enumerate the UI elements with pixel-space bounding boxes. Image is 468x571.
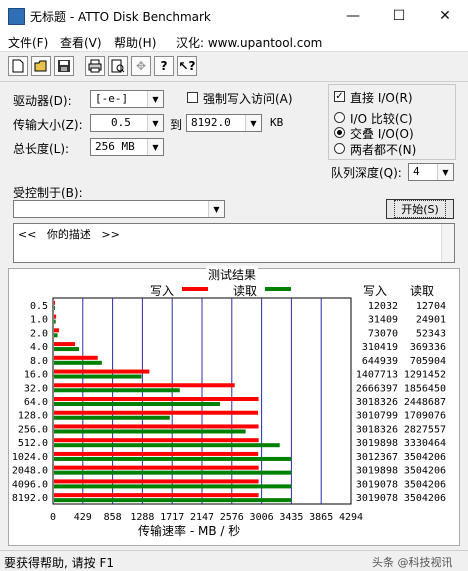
read-value: 3504206	[404, 452, 446, 463]
read-value: 52343	[416, 328, 446, 339]
write-bar	[54, 397, 259, 401]
row-size-label: 32.0	[24, 383, 48, 394]
read-value: 3330464	[404, 438, 446, 449]
x-axis-label: 传输速率 - MB / 秒	[138, 524, 241, 538]
x-tick-label: 0	[50, 512, 56, 523]
status-text: 要获得帮助, 请按 F1	[4, 556, 114, 570]
write-bar	[54, 438, 259, 443]
watermark-text: 头条 @科技视讯	[372, 556, 453, 569]
read-bar	[54, 443, 280, 448]
write-value: 3018326	[356, 397, 398, 408]
write-bar	[54, 300, 55, 305]
row-size-label: 1024.0	[12, 452, 48, 463]
write-value: 31409	[368, 315, 398, 326]
read-value: 2827557	[404, 424, 446, 435]
row-size-label: 2.0	[30, 328, 48, 339]
row-size-label: 16.0	[24, 370, 48, 381]
row-size-label: 0.5	[30, 301, 48, 312]
read-value: 705904	[410, 356, 446, 367]
read-value: 1291452	[404, 370, 446, 381]
read-bar	[54, 374, 142, 379]
read-value: 2448687	[404, 397, 446, 408]
write-bar	[54, 465, 259, 470]
write-value: 644939	[362, 356, 398, 367]
row-size-label: 1.0	[30, 315, 48, 326]
x-tick-label: 3006	[250, 512, 274, 523]
write-value: 3019898	[356, 466, 398, 477]
write-value: 3010799	[356, 411, 398, 422]
write-value: 3019898	[356, 438, 398, 449]
read-value: 12704	[416, 301, 446, 312]
row-size-label: 4.0	[30, 342, 48, 353]
read-bar	[54, 470, 292, 475]
read-bar	[54, 388, 180, 393]
x-tick-label: 3435	[279, 512, 303, 523]
write-value: 73070	[368, 328, 398, 339]
write-value: 3012367	[356, 452, 398, 463]
read-bar	[54, 456, 292, 461]
x-tick-label: 429	[74, 512, 92, 523]
write-bar	[54, 355, 98, 360]
read-bar	[54, 429, 246, 434]
read-bar	[54, 347, 80, 352]
results-chart: 0 429 858 1288 1717 2147 2576 3006 3435 3865 42940…	[12, 297, 446, 523]
write-value: 2666397	[356, 383, 398, 394]
row-size-label: 128.0	[18, 411, 48, 422]
write-value: 12032	[368, 301, 398, 312]
row-size-label: 512.0	[18, 438, 48, 449]
read-value: 3504206	[404, 466, 446, 477]
write-value: 310419	[362, 342, 398, 353]
read-bar	[54, 333, 58, 338]
write-bar	[54, 383, 235, 388]
write-bar	[54, 424, 259, 429]
row-size-label: 4096.0	[12, 479, 48, 490]
read-bar	[54, 415, 170, 420]
write-value: 3019078	[356, 479, 398, 490]
row-size-label: 8.0	[30, 356, 48, 367]
row-size-label: 8192.0	[12, 493, 48, 504]
write-bar	[54, 410, 259, 415]
read-value: 3504206	[404, 493, 446, 504]
write-bar	[54, 451, 259, 456]
read-value: 1856450	[404, 383, 446, 394]
write-value: 1407713	[356, 370, 398, 381]
write-bar	[54, 493, 259, 498]
write-bar	[54, 328, 59, 333]
read-value: 1709076	[404, 411, 446, 422]
row-size-label: 64.0	[24, 397, 48, 408]
row-size-label: 2048.0	[12, 466, 48, 477]
write-bar	[54, 479, 259, 484]
write-bar	[54, 369, 150, 374]
write-bar	[54, 314, 57, 319]
read-bar	[54, 360, 102, 365]
read-bar	[54, 498, 292, 503]
read-value: 24901	[416, 315, 446, 326]
read-bar	[54, 305, 55, 310]
write-value: 3019078	[356, 493, 398, 504]
read-bar	[54, 319, 56, 324]
write-bar	[54, 342, 76, 347]
x-tick-label: 3865	[309, 512, 333, 523]
row-size-label: 256.0	[18, 424, 48, 435]
read-value: 3504206	[404, 479, 446, 490]
write-value: 3018326	[356, 424, 398, 435]
x-tick-label: 858	[104, 512, 122, 523]
status-bar: 要获得帮助, 请按 F1 头条 @科技视讯	[0, 550, 468, 571]
x-tick-label: 4294	[339, 512, 363, 523]
read-value: 369336	[410, 342, 446, 353]
read-bar	[54, 484, 292, 489]
read-bar	[54, 402, 220, 406]
